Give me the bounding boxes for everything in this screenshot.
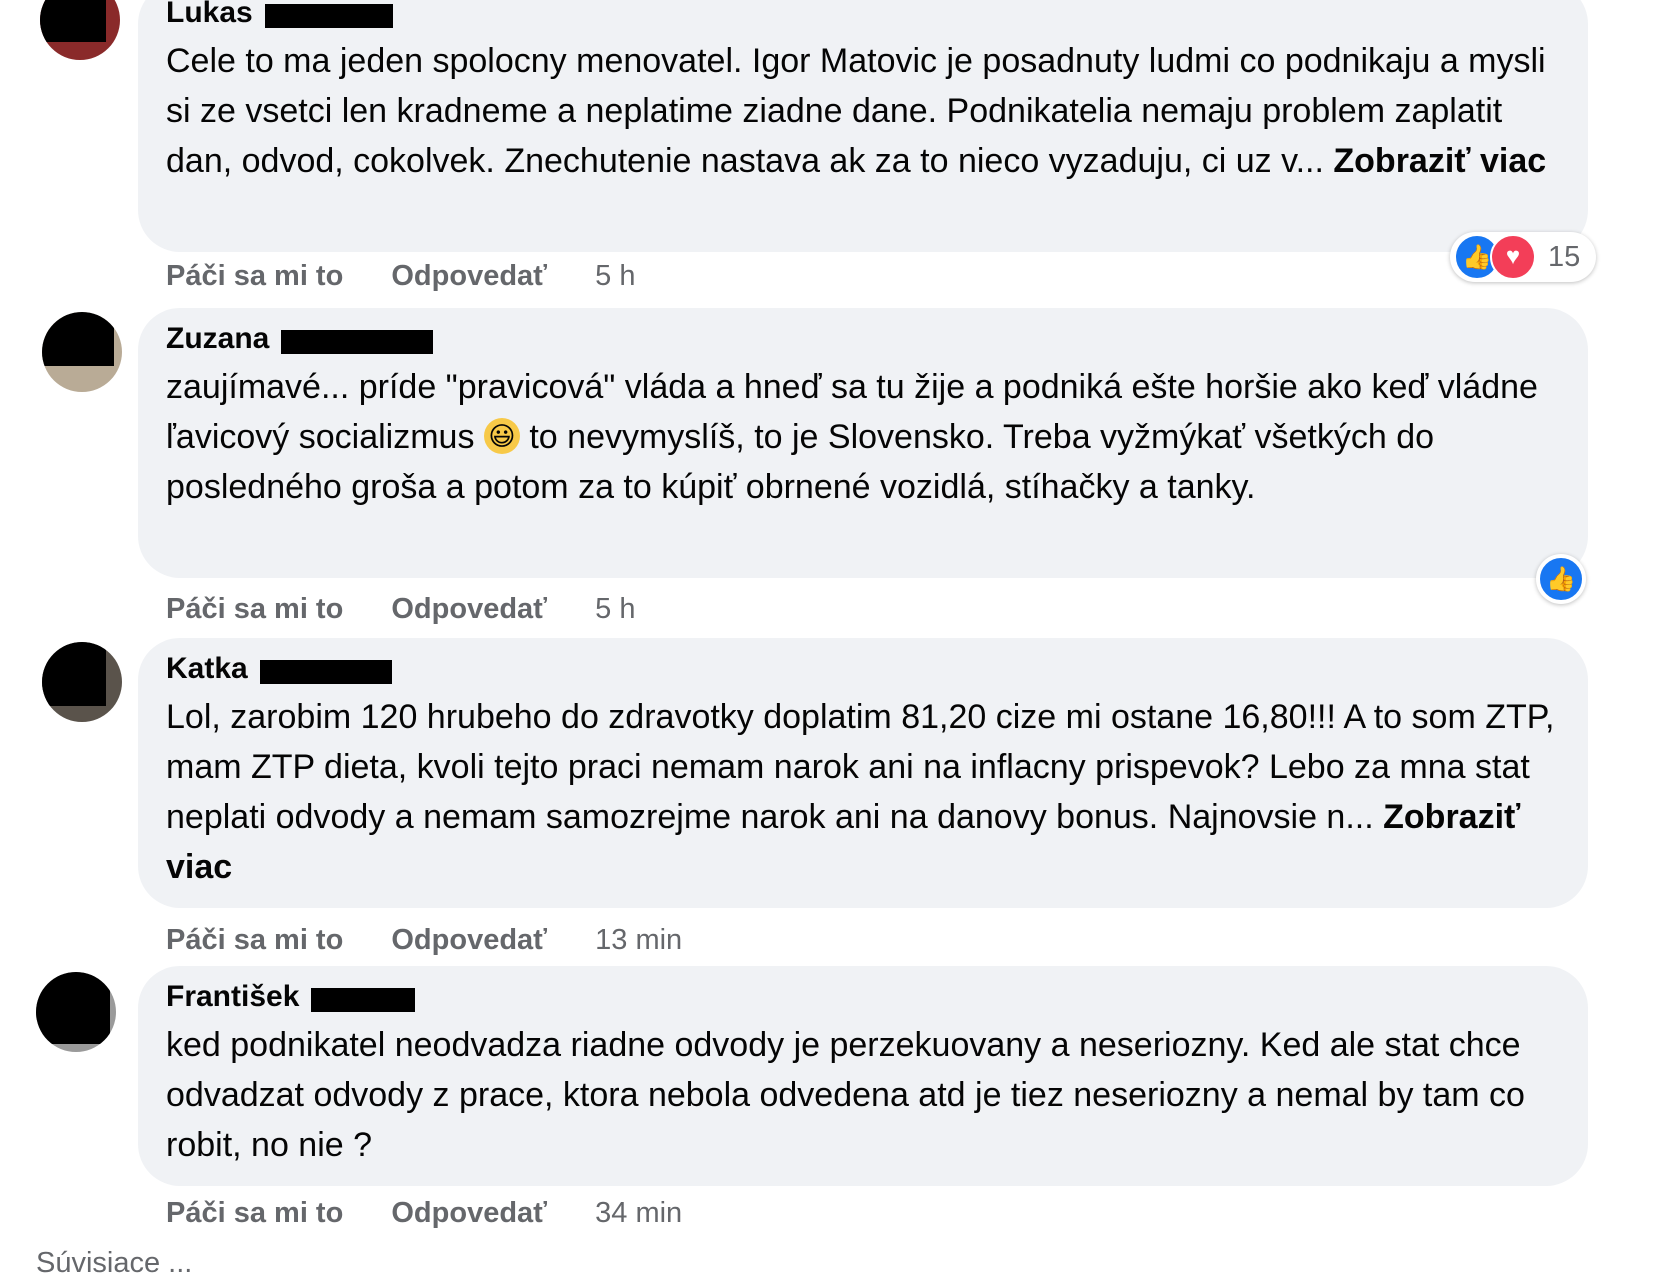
- comment-bubble: Lukas Cele to ma jeden spolocny menovate…: [138, 0, 1588, 252]
- smiley-icon: 😃: [483, 418, 520, 455]
- comment-body: ked podnikatel neodvadza riadne odvody j…: [166, 1026, 1525, 1164]
- avatar-redaction: [36, 972, 110, 1044]
- comment-text: Lol, zarobim 120 hrubeho do zdravotky do…: [166, 692, 1562, 892]
- comment-actions: Páči sa mi to Odpovedať 5 h: [166, 256, 635, 296]
- comment-text: zaujímavé... príde "pravicová" vláda a h…: [166, 362, 1562, 512]
- reply-button[interactable]: Odpovedať: [391, 924, 547, 956]
- love-icon: ♥: [1490, 234, 1536, 280]
- avatar[interactable]: [40, 0, 120, 60]
- comment-body: Lol, zarobim 120 hrubeho do zdravotky do…: [166, 698, 1555, 836]
- author-row: František: [166, 980, 1562, 1014]
- reply-button[interactable]: Odpovedať: [391, 593, 547, 625]
- comment-actions: Páči sa mi to Odpovedať 34 min: [166, 1193, 682, 1233]
- comment-text: Cele to ma jeden spolocny menovatel. Igo…: [166, 36, 1562, 186]
- avatar[interactable]: [42, 642, 122, 722]
- like-icon: 👍: [1538, 556, 1584, 602]
- avatar[interactable]: [42, 312, 122, 392]
- reply-button[interactable]: Odpovedať: [391, 1197, 547, 1229]
- comment-bubble: František ked podnikatel neodvadza riadn…: [138, 966, 1588, 1186]
- author-name[interactable]: Zuzana: [166, 322, 269, 355]
- like-button[interactable]: Páči sa mi to: [166, 1197, 343, 1229]
- author-name[interactable]: František: [166, 980, 299, 1013]
- timestamp[interactable]: 5 h: [595, 593, 635, 625]
- name-redaction: [259, 659, 392, 684]
- like-button[interactable]: Páči sa mi to: [166, 593, 343, 625]
- comment-actions: Páči sa mi to Odpovedať 13 min: [166, 920, 682, 960]
- avatar-redaction: [42, 312, 114, 366]
- reaction-summary[interactable]: 👍 ♥ 15: [1450, 232, 1596, 282]
- reaction-summary[interactable]: 👍: [1536, 554, 1586, 604]
- timestamp[interactable]: 13 min: [595, 924, 682, 956]
- avatar[interactable]: [36, 972, 116, 1052]
- author-row: Zuzana: [166, 322, 1562, 356]
- see-more-link[interactable]: Zobraziť viac: [1333, 142, 1546, 180]
- reply-button[interactable]: Odpovedať: [391, 260, 547, 292]
- avatar-redaction: [40, 0, 106, 42]
- timestamp[interactable]: 34 min: [595, 1197, 682, 1229]
- avatar-redaction: [42, 642, 106, 706]
- author-row: Katka: [166, 652, 1562, 686]
- name-redaction: [311, 987, 416, 1012]
- author-name[interactable]: Katka: [166, 652, 248, 685]
- timestamp[interactable]: 5 h: [595, 260, 635, 292]
- comment-text: ked podnikatel neodvadza riadne odvody j…: [166, 1020, 1562, 1170]
- name-redaction: [264, 3, 393, 28]
- comment-actions: Páči sa mi to Odpovedať 5 h: [166, 589, 635, 629]
- like-button[interactable]: Páči sa mi to: [166, 260, 343, 292]
- reaction-count: 15: [1548, 240, 1581, 273]
- name-redaction: [281, 329, 434, 354]
- comment-bubble: Katka Lol, zarobim 120 hrubeho do zdravo…: [138, 638, 1588, 908]
- author-row: Lukas: [166, 0, 1562, 30]
- author-name[interactable]: Lukas: [166, 0, 253, 29]
- related-comments-link[interactable]: Súvisiace ...: [36, 1248, 192, 1278]
- comment-bubble: Zuzana zaujímavé... príde "pravicová" vl…: [138, 308, 1588, 578]
- like-button[interactable]: Páči sa mi to: [166, 924, 343, 956]
